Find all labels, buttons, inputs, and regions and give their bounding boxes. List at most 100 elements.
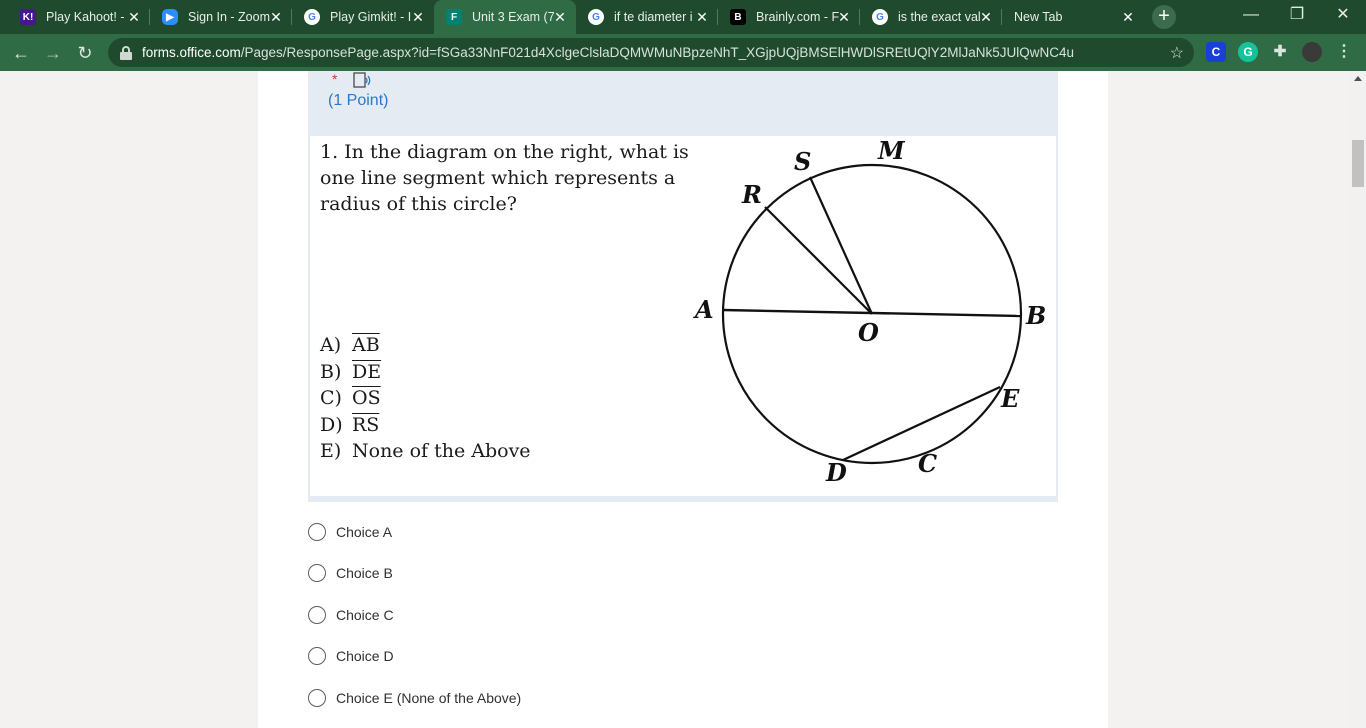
forms-page: * (1 Point) 1. In the diagram on the rig…	[0, 71, 1350, 728]
reload-button[interactable]: ↻	[72, 40, 98, 66]
option-letter: E)	[320, 440, 342, 462]
radio-button[interactable]	[308, 606, 326, 624]
url-text[interactable]: forms.office.com/Pages/ResponsePage.aspx…	[142, 45, 1162, 60]
question-points: (1 Point)	[328, 92, 389, 109]
zoom-icon: ▶	[162, 9, 178, 25]
tab-gimkit[interactable]: G Play Gimkit! - I ✕	[292, 0, 434, 34]
extension-c-icon[interactable]: C	[1206, 42, 1226, 62]
choice-label[interactable]: Choice D	[336, 648, 394, 664]
question-card: * (1 Point) 1. In the diagram on the rig…	[258, 71, 1108, 728]
close-icon[interactable]: ✕	[268, 9, 284, 25]
option-c: C) OS	[320, 385, 531, 412]
question-image-inner: 1. In the diagram on the right, what is …	[310, 136, 1056, 498]
label-b: B	[1025, 301, 1046, 330]
close-icon[interactable]: ✕	[126, 9, 142, 25]
tab-title: Brainly.com - F	[756, 10, 840, 24]
question-header: * (1 Point)	[308, 71, 1058, 134]
close-icon[interactable]: ✕	[978, 9, 994, 25]
page-scrollbar[interactable]	[1350, 71, 1366, 728]
bookmark-star-icon[interactable]: ☆	[1170, 43, 1184, 63]
radio-button[interactable]	[308, 564, 326, 582]
google-icon: G	[304, 9, 320, 25]
radio-button[interactable]	[308, 523, 326, 541]
radio-button[interactable]	[308, 689, 326, 707]
circle-diagram: A B O R S M E D C	[693, 136, 1046, 486]
question-text: 1. In the diagram on the right, what is …	[320, 141, 689, 215]
brainly-icon: B	[730, 9, 746, 25]
browser-toolbar: ← → ↻ forms.office.com/Pages/ResponsePag…	[0, 34, 1366, 71]
tab-zoom[interactable]: ▶ Sign In - Zoom ✕	[150, 0, 292, 34]
option-letter: B)	[320, 360, 342, 383]
choice-a[interactable]: Choice A	[308, 521, 392, 543]
choice-c[interactable]: Choice C	[308, 604, 394, 626]
tab-search-diameter[interactable]: G if te diameter i ✕	[576, 0, 718, 34]
close-window-button[interactable]: ✕	[1320, 0, 1366, 34]
tab-search-exact-value[interactable]: G is the exact val ✕	[860, 0, 1002, 34]
back-button[interactable]: ←	[8, 40, 34, 66]
scrollbar-thumb[interactable]	[1352, 140, 1364, 187]
segment-or	[764, 206, 873, 315]
close-icon[interactable]: ✕	[694, 9, 710, 25]
immersive-reader-icon[interactable]	[353, 72, 373, 89]
menu-kebab-icon[interactable]: ⋮	[1334, 42, 1354, 62]
close-icon[interactable]: ✕	[1120, 9, 1136, 25]
option-text: OS	[352, 387, 381, 409]
label-o: O	[858, 318, 879, 347]
question-image: 1. In the diagram on the right, what is …	[308, 134, 1058, 502]
tab-title: Sign In - Zoom	[188, 10, 270, 24]
segment-os	[808, 176, 874, 315]
option-text: AB	[352, 334, 380, 356]
profile-avatar[interactable]	[1302, 42, 1322, 62]
label-m: M	[877, 136, 906, 165]
close-icon[interactable]: ✕	[410, 9, 426, 25]
lock-icon[interactable]	[120, 45, 132, 60]
tab-title: is the exact val	[898, 10, 981, 24]
option-letter: D)	[320, 413, 343, 436]
option-text: RS	[352, 413, 380, 436]
radio-button[interactable]	[308, 647, 326, 665]
forward-button[interactable]: →	[40, 40, 66, 66]
label-r: R	[741, 180, 762, 209]
option-text: DE	[352, 360, 382, 383]
google-icon: G	[872, 9, 888, 25]
choice-label[interactable]: Choice B	[336, 565, 393, 581]
choice-label[interactable]: Choice C	[336, 607, 394, 623]
tab-unit3-exam[interactable]: F Unit 3 Exam (7 ✕	[434, 0, 576, 34]
new-tab-button[interactable]: +	[1152, 5, 1176, 29]
choice-label[interactable]: Choice A	[336, 524, 392, 540]
label-c: C	[918, 449, 937, 478]
option-d: D) RS	[320, 412, 531, 439]
grammarly-icon[interactable]: G	[1238, 42, 1258, 62]
restore-button[interactable]: ❐	[1274, 0, 1320, 34]
tab-title: New Tab	[1014, 10, 1063, 24]
google-icon: G	[588, 9, 604, 25]
tab-new-tab[interactable]: New Tab ✕	[1002, 0, 1144, 34]
tab-title: Unit 3 Exam (7	[472, 10, 555, 24]
option-letter: A)	[320, 334, 342, 356]
extensions-puzzle-icon[interactable]: ✚	[1270, 42, 1290, 62]
option-e: E) None of the Above	[320, 438, 531, 465]
address-bar[interactable]: forms.office.com/Pages/ResponsePage.aspx…	[108, 38, 1194, 67]
kahoot-icon: K!	[20, 9, 36, 25]
tab-strip: K! Play Kahoot! - ✕ ▶ Sign In - Zoom ✕ G…	[0, 0, 1366, 34]
choice-b[interactable]: Choice B	[308, 562, 393, 584]
choice-e[interactable]: Choice E (None of the Above)	[308, 687, 521, 709]
option-b: B) DE	[320, 359, 531, 386]
label-s: S	[794, 147, 811, 176]
tab-title: if te diameter i	[614, 10, 693, 24]
tab-title: Play Gimkit! - I	[330, 10, 412, 24]
forms-icon: F	[446, 9, 462, 25]
label-d: D	[825, 458, 847, 486]
choice-label[interactable]: Choice E (None of the Above)	[336, 690, 521, 706]
tab-brainly[interactable]: B Brainly.com - F ✕	[718, 0, 860, 34]
close-icon[interactable]: ✕	[836, 9, 852, 25]
tab-kahoot[interactable]: K! Play Kahoot! - ✕	[8, 0, 150, 34]
label-a: A	[693, 295, 714, 324]
option-text: None of the Above	[352, 440, 531, 462]
scroll-up-arrow-icon[interactable]	[1354, 76, 1362, 81]
choice-d[interactable]: Choice D	[308, 645, 394, 667]
minimize-button[interactable]: —	[1228, 0, 1274, 34]
close-icon[interactable]: ✕	[552, 9, 568, 25]
label-e: E	[1000, 384, 1020, 413]
required-mark: *	[332, 71, 338, 87]
